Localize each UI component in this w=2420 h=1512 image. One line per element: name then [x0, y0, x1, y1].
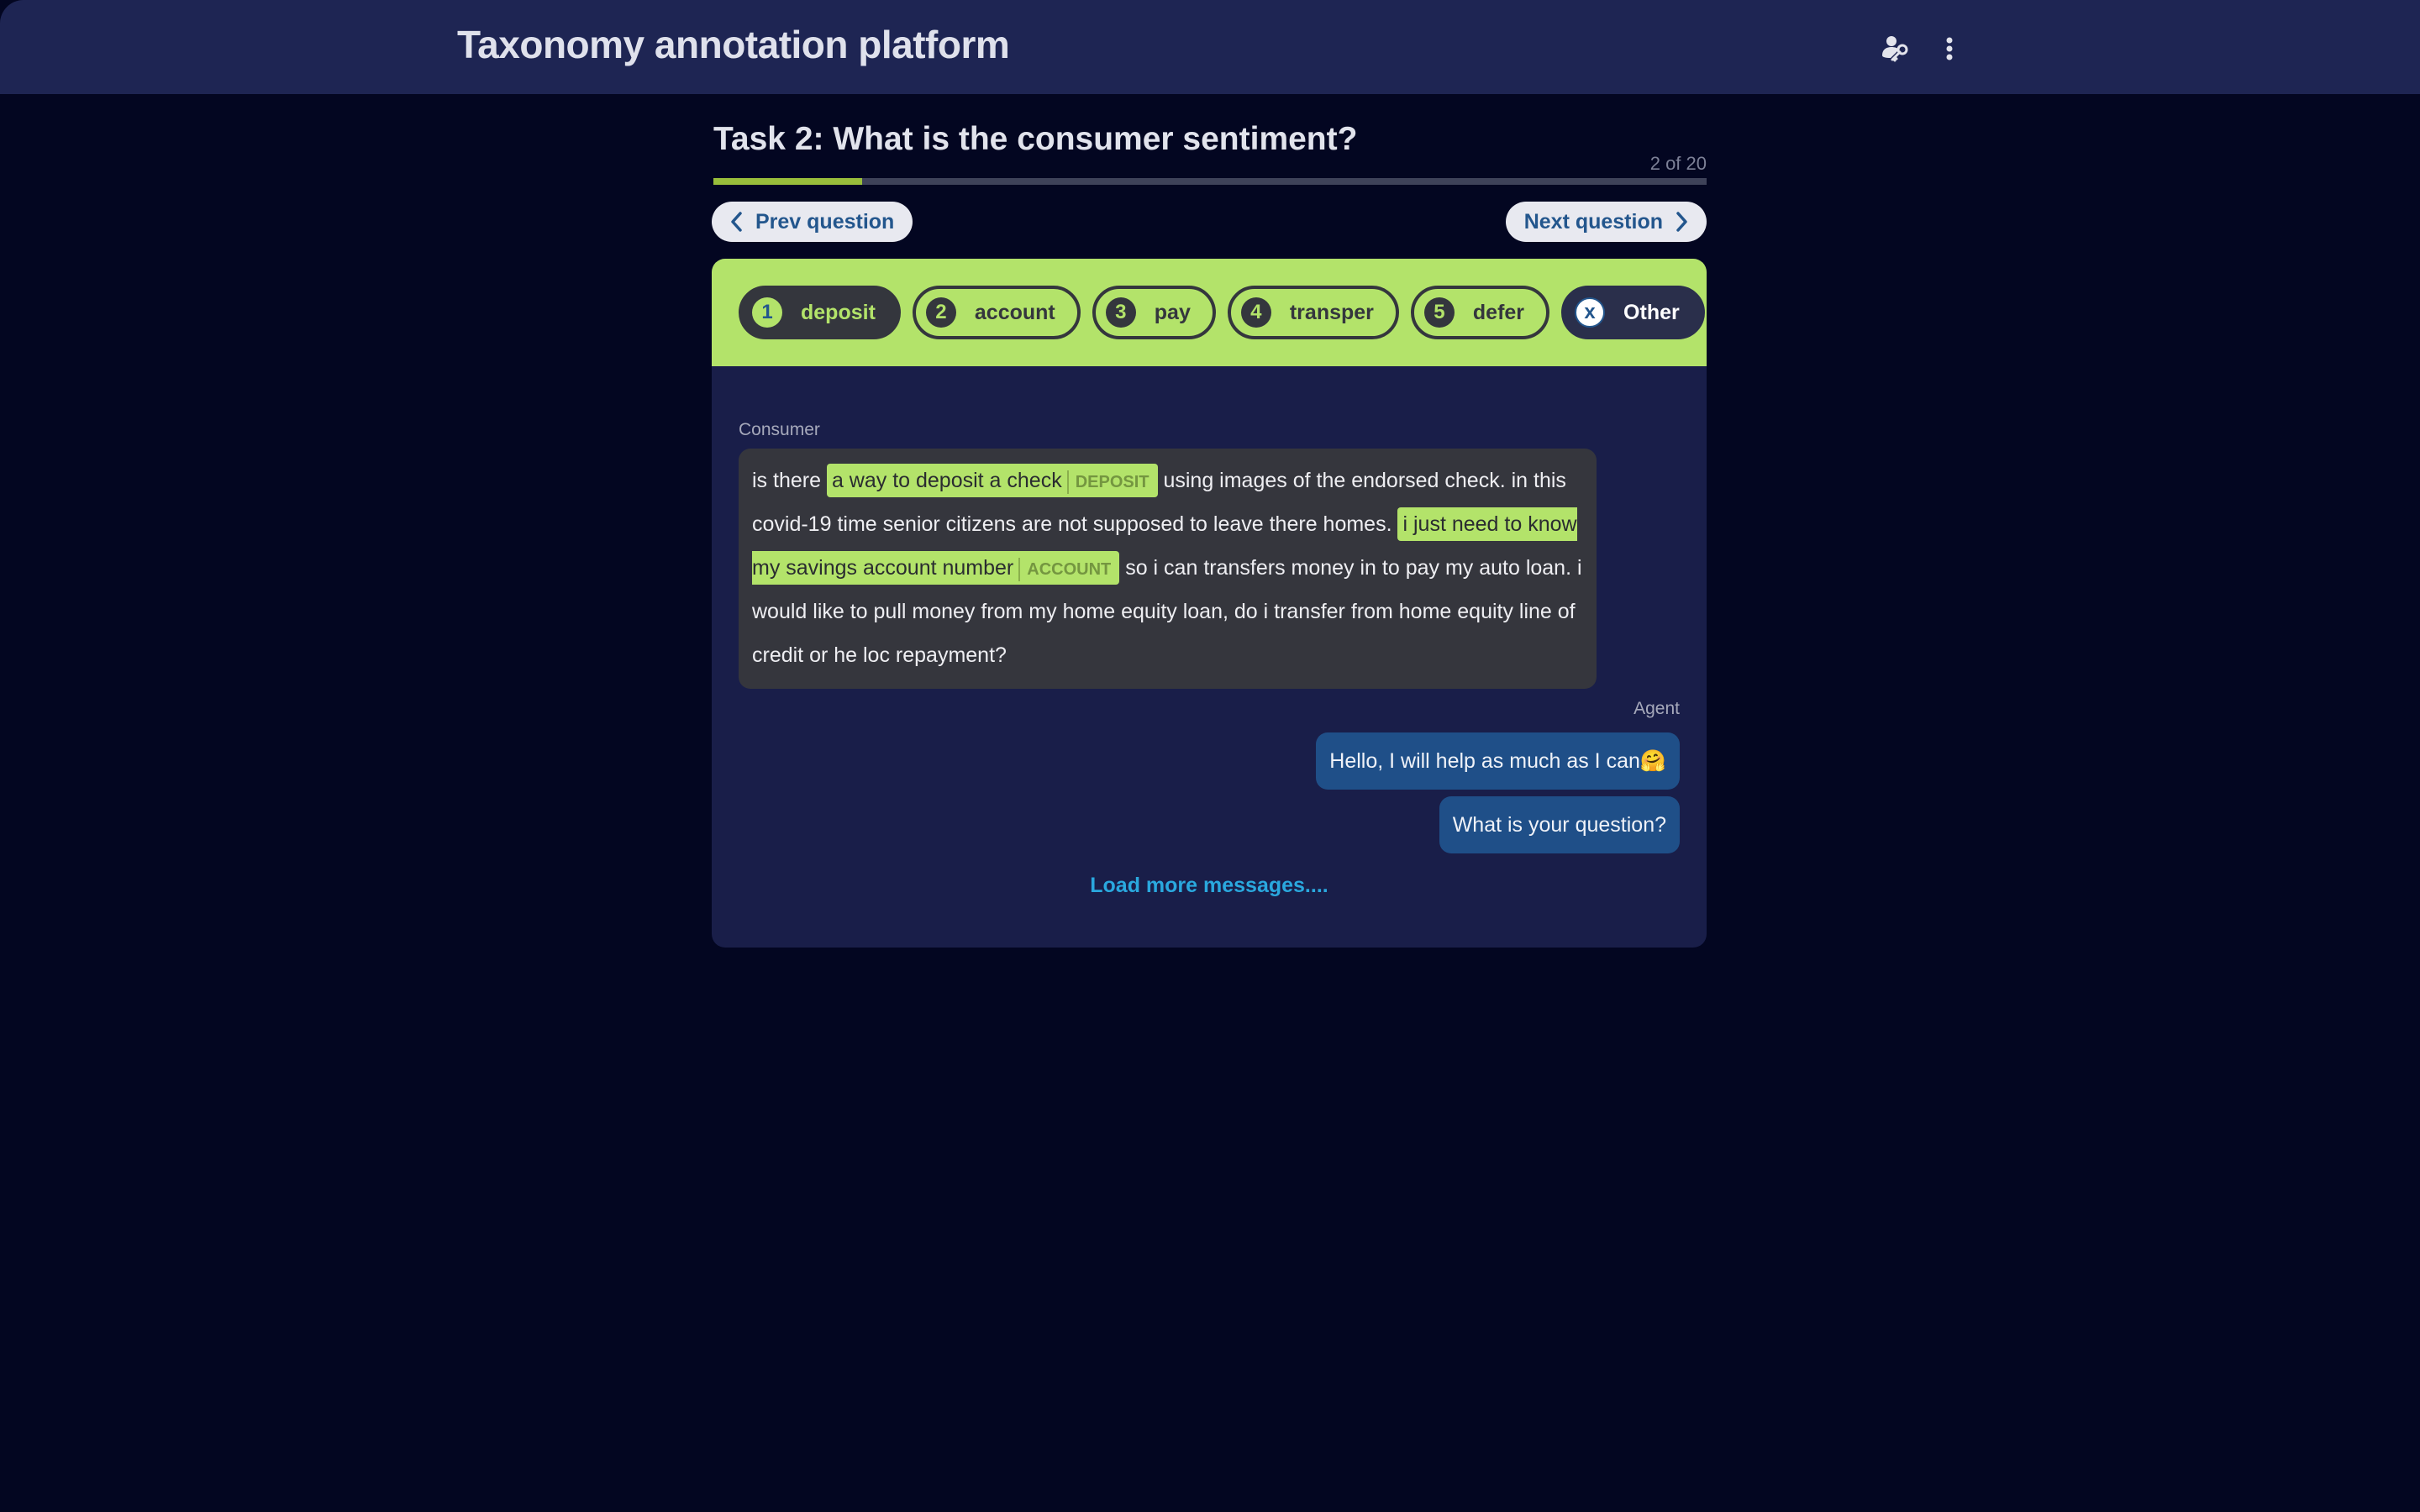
- label-pill-transper[interactable]: 4 transper: [1227, 286, 1399, 339]
- label-name: transper: [1289, 300, 1374, 324]
- highlight-tag: DEPOSIT: [1066, 470, 1153, 494]
- highlight-span-deposit[interactable]: a way to deposit a check DEPOSIT: [826, 464, 1158, 497]
- label-key-badge: 3: [1105, 297, 1136, 328]
- agent-message: Hello, I will help as much as I can🤗: [1316, 732, 1680, 790]
- label-pill-deposit[interactable]: 1 deposit: [739, 286, 901, 339]
- app-title: Taxonomy annotation platform: [457, 23, 1010, 66]
- progress-fill: [713, 178, 863, 185]
- user-key-icon[interactable]: [1879, 32, 1912, 66]
- prev-question-label: Prev question: [755, 209, 895, 234]
- next-question-label: Next question: [1523, 209, 1663, 234]
- label-key-badge: 1: [752, 297, 782, 328]
- task-count: 2 of 20: [1649, 153, 1707, 174]
- label-pill-other[interactable]: x Other: [1561, 286, 1705, 339]
- label-name: Other: [1623, 300, 1680, 324]
- chevron-left-icon: [731, 212, 742, 232]
- label-pill-pay[interactable]: 3 pay: [1092, 286, 1216, 339]
- label-bar: 1 deposit 2 account 3 pay 4 transper 5 d…: [712, 259, 1707, 366]
- label-pill-defer[interactable]: 5 defer: [1410, 286, 1550, 339]
- highlight-tag: ACCOUNT: [1018, 558, 1114, 581]
- label-pill-account[interactable]: 2 account: [912, 286, 1081, 339]
- label-key-badge: 2: [925, 297, 956, 328]
- annotation-panel: 1 deposit 2 account 3 pay 4 transper 5 d…: [712, 259, 1707, 948]
- agent-speaker-label: Agent: [1634, 699, 1680, 718]
- label-key-badge: 4: [1240, 297, 1271, 328]
- progress-bar: [713, 178, 1707, 185]
- label-key-badge: 5: [1423, 297, 1455, 328]
- label-name: deposit: [801, 300, 876, 324]
- prev-question-button[interactable]: Prev question: [712, 202, 913, 242]
- app-header: Taxonomy annotation platform: [0, 0, 2420, 94]
- consumer-speaker-label: Consumer: [739, 420, 820, 439]
- task-title: Task 2: What is the consumer sentiment?: [713, 121, 1358, 157]
- highlight-text: a way to deposit a check: [831, 469, 1062, 492]
- more-vertical-icon[interactable]: [1933, 32, 1966, 66]
- next-question-button[interactable]: Next question: [1505, 202, 1707, 242]
- label-name: account: [974, 300, 1055, 324]
- load-more-messages-link[interactable]: Load more messages....: [739, 874, 1680, 898]
- label-name: defer: [1472, 300, 1525, 324]
- label-name: pay: [1154, 300, 1191, 324]
- consumer-message[interactable]: is there a way to deposit a check DEPOSIT…: [739, 449, 1597, 689]
- label-key-badge: x: [1575, 297, 1606, 328]
- agent-message: What is your question?: [1439, 796, 1680, 853]
- chevron-right-icon: [1676, 212, 1687, 232]
- text-segment: is there: [752, 469, 827, 492]
